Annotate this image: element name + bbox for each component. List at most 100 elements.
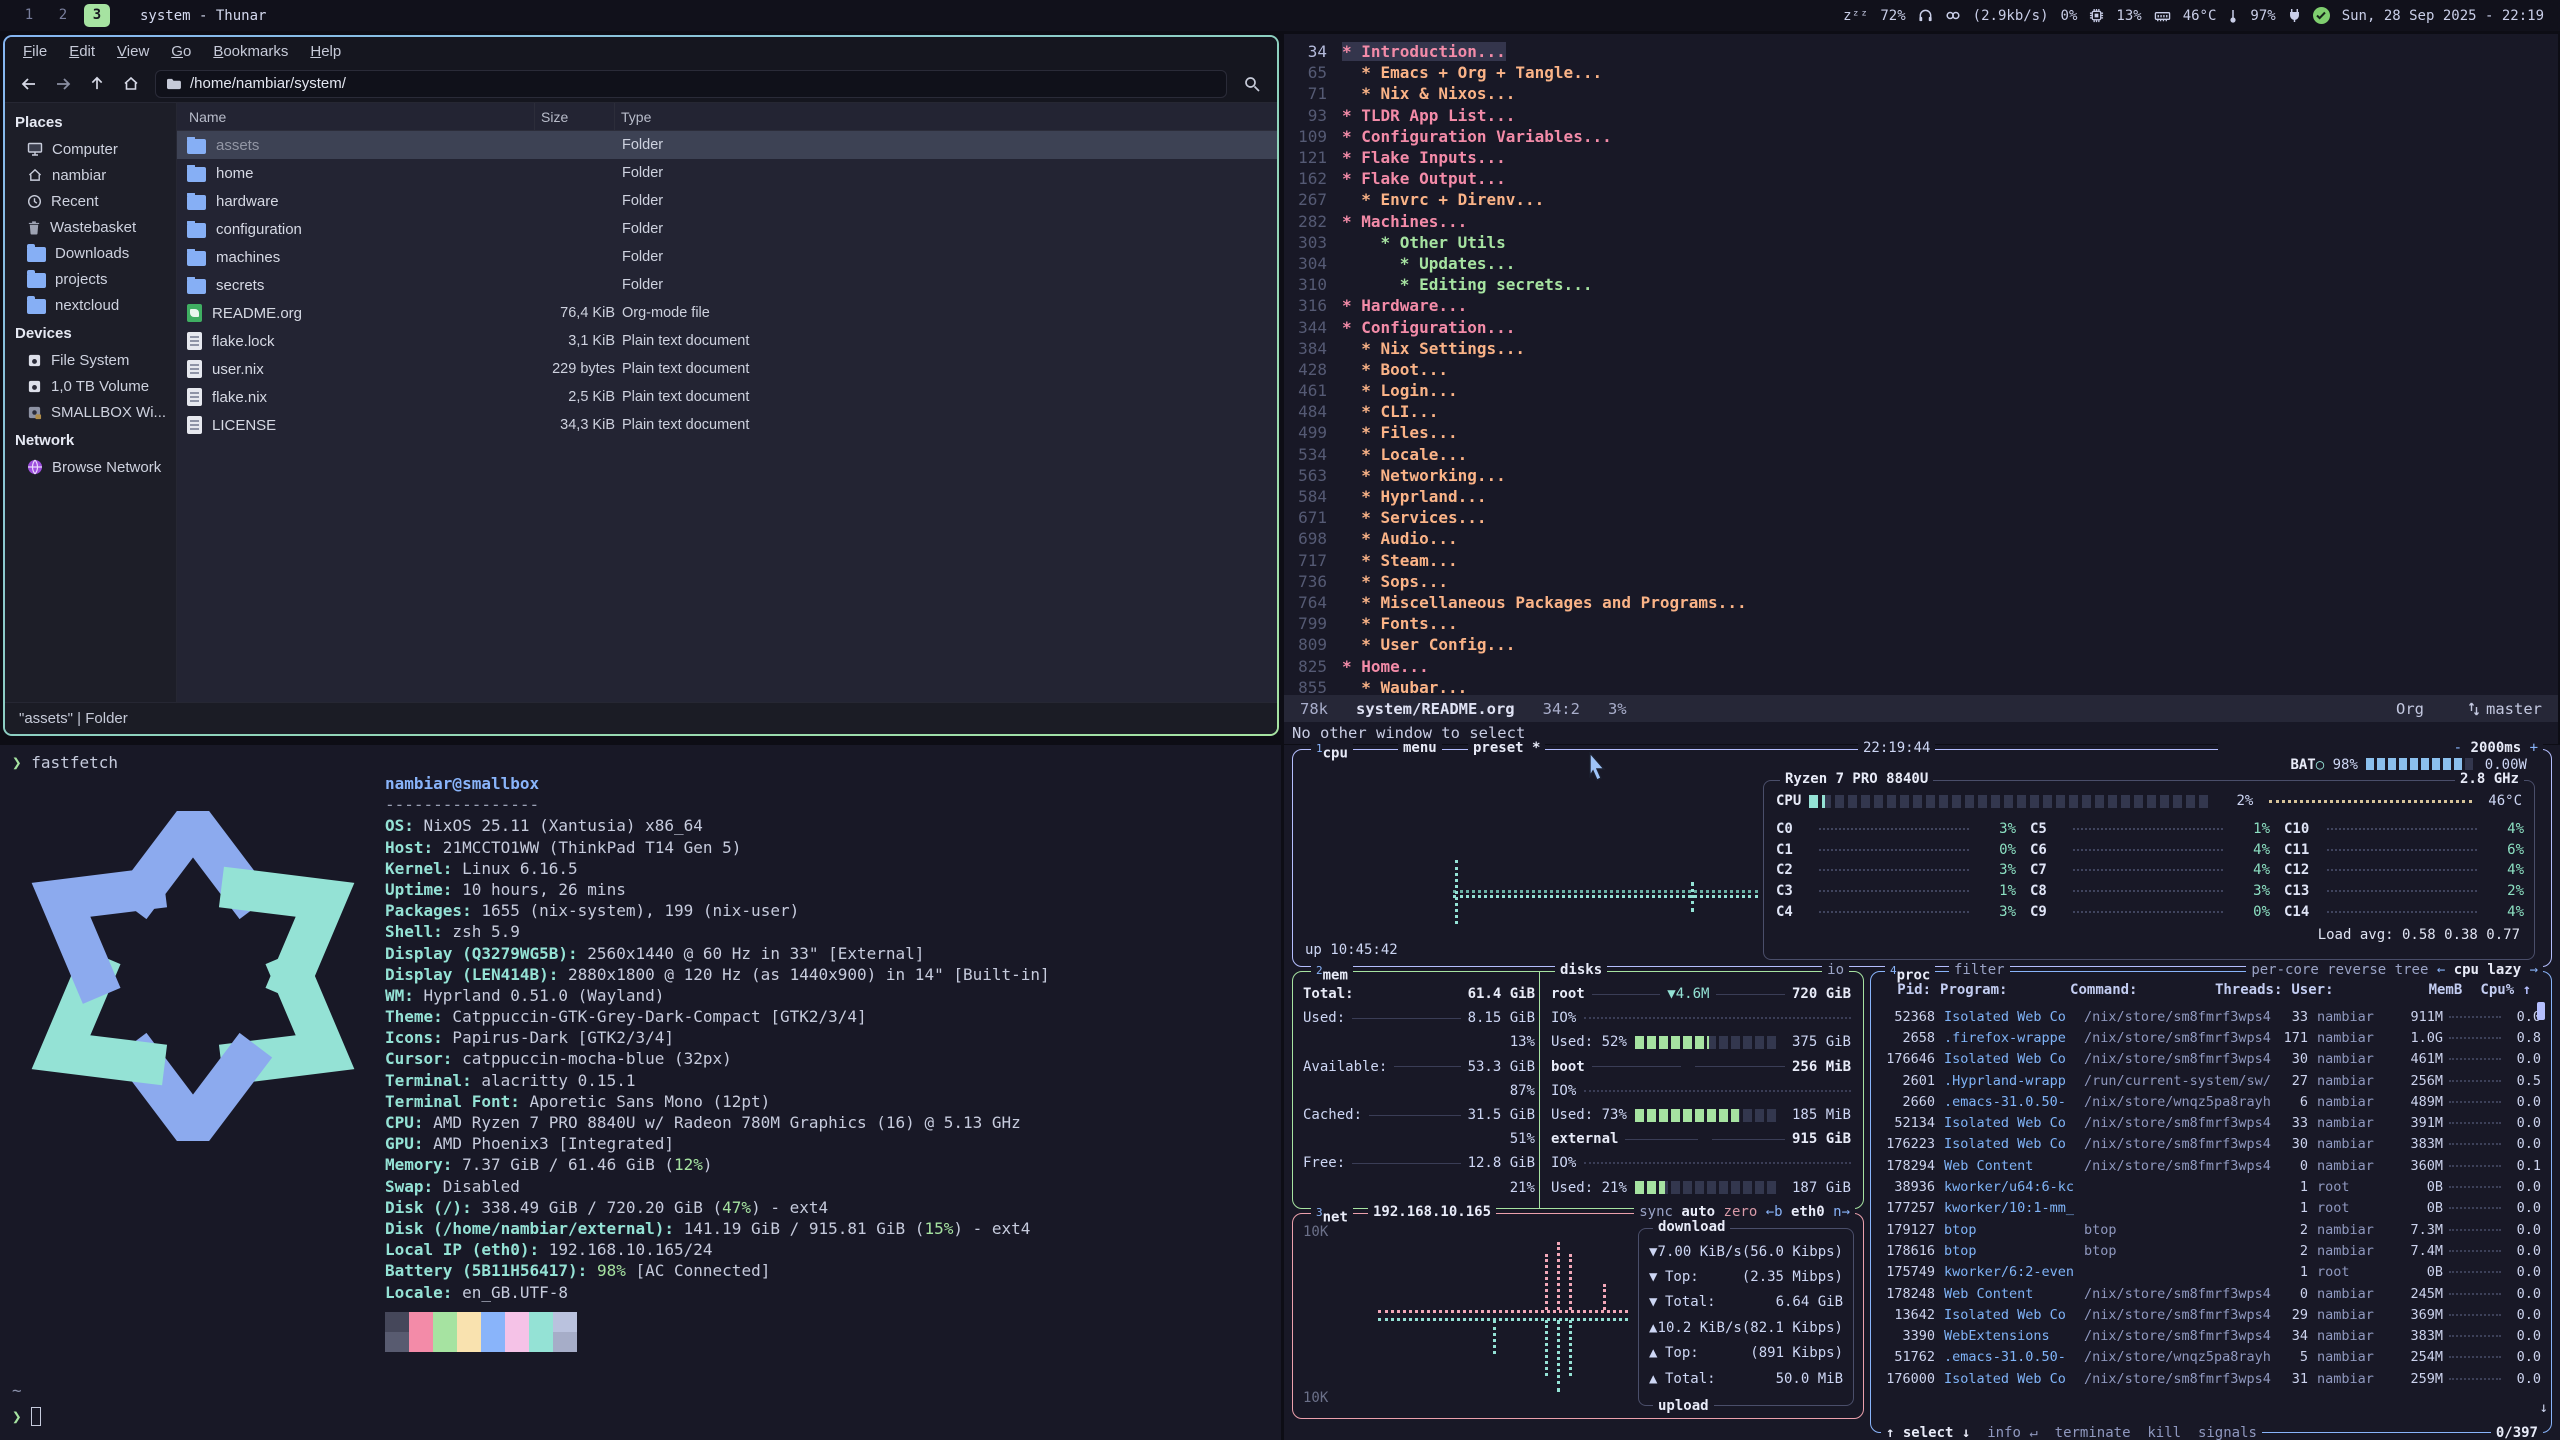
process-row[interactable]: 175749 kworker/6:2-even 1 root 0B 0.0 bbox=[1879, 1262, 2531, 1283]
sidebar-item-wastebasket[interactable]: Wastebasket bbox=[5, 214, 176, 240]
column-header-size[interactable]: Size bbox=[535, 103, 615, 130]
org-heading[interactable]: * Services... bbox=[1342, 508, 1487, 527]
org-heading[interactable]: * Boot... bbox=[1342, 360, 1448, 379]
org-heading[interactable]: * Updates... bbox=[1342, 254, 1515, 273]
menu-item[interactable]: Bookmarks bbox=[203, 40, 298, 63]
process-row[interactable]: 52368 Isolated Web Co /nix/store/sm8fmrf… bbox=[1879, 1006, 2531, 1027]
file-row[interactable]: home Folder bbox=[177, 159, 1277, 187]
menu-button[interactable]: menu bbox=[1398, 740, 1442, 757]
process-row[interactable]: 52134 Isolated Web Co /nix/store/sm8fmrf… bbox=[1879, 1112, 2531, 1133]
network-link-icon[interactable] bbox=[1945, 8, 1961, 23]
org-heading[interactable]: * Hardware... bbox=[1342, 296, 1467, 315]
process-row[interactable]: 2601 .Hyprland-wrapp /run/current-system… bbox=[1879, 1070, 2531, 1091]
column-header-name[interactable]: Name bbox=[177, 103, 535, 130]
header-threads[interactable]: Threads: bbox=[2215, 982, 2282, 998]
org-heading[interactable]: * Nix Settings... bbox=[1342, 339, 1525, 358]
network-rate[interactable]: (2.9kb/s) bbox=[1973, 8, 2049, 24]
header-pid[interactable]: Pid: bbox=[1879, 982, 1931, 998]
file-row[interactable]: hardware Folder bbox=[177, 187, 1277, 215]
header-command[interactable]: Command: bbox=[2070, 982, 2215, 998]
file-row[interactable]: secrets Folder bbox=[177, 271, 1277, 299]
org-heading[interactable]: * Audio... bbox=[1342, 529, 1458, 548]
org-heading[interactable]: * Configuration... bbox=[1342, 318, 1515, 337]
process-row[interactable]: 38936 kworker/u64:6-kc 1 root 0B 0.0 bbox=[1879, 1176, 2531, 1197]
path-bar[interactable]: /home/nambiar/system/ bbox=[155, 70, 1227, 98]
org-heading[interactable]: * Editing secrets... bbox=[1342, 275, 1592, 294]
scroll-down-indicator[interactable]: ↓ bbox=[2540, 1400, 2548, 1416]
org-heading[interactable]: * Configuration Variables... bbox=[1342, 127, 1612, 146]
process-row[interactable]: 51762 .emacs-31.0.50- /nix/store/wnqz5pa… bbox=[1879, 1347, 2531, 1368]
org-heading[interactable]: * Flake Output... bbox=[1342, 169, 1506, 188]
menu-item[interactable]: File bbox=[13, 40, 57, 63]
org-heading[interactable]: * Introduction... bbox=[1342, 42, 1506, 61]
major-mode[interactable]: Org bbox=[2396, 700, 2424, 718]
sidebar-item-projects[interactable]: projects bbox=[5, 266, 176, 292]
process-row[interactable]: 2660 .emacs-31.0.50- /nix/store/wnqz5pa8… bbox=[1879, 1091, 2531, 1112]
cpu-usage-value[interactable]: 0% bbox=[2061, 8, 2078, 24]
menu-item[interactable]: Go bbox=[161, 40, 201, 63]
file-row[interactable]: README.org 76,4 KiB Org-mode file bbox=[177, 299, 1277, 327]
org-heading[interactable]: * Networking... bbox=[1342, 466, 1506, 485]
workspace-3-active[interactable]: 3 bbox=[84, 4, 110, 27]
update-interval[interactable]: - 2000ms + bbox=[2449, 740, 2543, 757]
sidebar-item-filesystem[interactable]: File System bbox=[5, 347, 176, 373]
process-row[interactable]: 178248 Web Content /nix/store/sm8fmrf3wp… bbox=[1879, 1283, 2531, 1304]
header-memb[interactable]: MemB bbox=[2362, 982, 2462, 998]
back-button[interactable] bbox=[13, 70, 45, 98]
terminal-window[interactable]: ❯ fastfetch nambiar@smallbox -----------… bbox=[0, 745, 1281, 1440]
org-heading[interactable]: * Other Utils bbox=[1342, 233, 1506, 252]
org-heading[interactable]: * Steam... bbox=[1342, 551, 1458, 570]
file-row[interactable]: assets Folder bbox=[177, 131, 1277, 159]
file-row[interactable]: flake.lock 3,1 KiB Plain text document bbox=[177, 327, 1277, 355]
battery-value[interactable]: 97% bbox=[2250, 8, 2275, 24]
status-ok-icon[interactable] bbox=[2313, 7, 2330, 24]
org-heading[interactable]: * Locale... bbox=[1342, 445, 1467, 464]
sidebar-item-downloads[interactable]: Downloads bbox=[5, 240, 176, 266]
org-heading[interactable]: * Sops... bbox=[1342, 572, 1448, 591]
temperature-value[interactable]: 46°C bbox=[2183, 8, 2217, 24]
menu-item[interactable]: View bbox=[107, 40, 159, 63]
org-heading[interactable]: * Nix & Nixos... bbox=[1342, 84, 1515, 103]
process-row[interactable]: 176000 Isolated Web Co /nix/store/sm8fmr… bbox=[1879, 1368, 2531, 1389]
process-row[interactable]: 176646 Isolated Web Co /nix/store/sm8fmr… bbox=[1879, 1049, 2531, 1070]
process-row[interactable]: 3390 WebExtensions /nix/store/sm8fmrf3wp… bbox=[1879, 1325, 2531, 1346]
file-row[interactable]: user.nix 229 bytes Plain text document bbox=[177, 355, 1277, 383]
filter-button[interactable]: filter bbox=[1949, 962, 2010, 979]
proc-options[interactable]: per-core reverse tree ← cpu lazy → bbox=[2246, 962, 2543, 979]
process-row[interactable]: 13642 Isolated Web Co /nix/store/sm8fmrf… bbox=[1879, 1304, 2531, 1325]
header-user[interactable]: User: bbox=[2291, 982, 2362, 998]
sidebar-item-home[interactable]: nambiar bbox=[5, 162, 176, 188]
sidebar-item-smallbox-drive[interactable]: SMALLBOX Wi... bbox=[5, 399, 176, 425]
up-button[interactable] bbox=[81, 70, 113, 98]
header-cpu[interactable]: Cpu% ↑ bbox=[2462, 982, 2531, 998]
org-heading[interactable]: * Waubar... bbox=[1342, 678, 1467, 697]
org-heading[interactable]: * Machines... bbox=[1342, 212, 1467, 231]
buffer-name[interactable]: system/README.org bbox=[1356, 700, 1515, 718]
org-heading[interactable]: * Home... bbox=[1342, 657, 1429, 676]
org-heading[interactable]: * User Config... bbox=[1342, 635, 1515, 654]
org-heading[interactable]: * Flake Inputs... bbox=[1342, 148, 1506, 167]
org-heading[interactable]: * Emacs + Org + Tangle... bbox=[1342, 63, 1602, 82]
org-heading[interactable]: * Fonts... bbox=[1342, 614, 1458, 633]
sidebar-item-volume[interactable]: 1,0 TB Volume bbox=[5, 373, 176, 399]
org-heading[interactable]: * TLDR App List... bbox=[1342, 106, 1515, 125]
git-branch[interactable]: master bbox=[2468, 700, 2542, 718]
process-row[interactable]: 176223 Isolated Web Co /nix/store/sm8fmr… bbox=[1879, 1134, 2531, 1155]
disks-io-toggle[interactable]: io bbox=[1822, 962, 1849, 979]
menu-item[interactable]: Edit bbox=[59, 40, 105, 63]
forward-button[interactable] bbox=[47, 70, 79, 98]
file-row[interactable]: machines Folder bbox=[177, 243, 1277, 271]
org-heading[interactable]: * Hyprland... bbox=[1342, 487, 1487, 506]
header-program[interactable]: Program: bbox=[1940, 982, 2070, 998]
process-row[interactable]: 178294 Web Content /nix/store/sm8fmrf3wp… bbox=[1879, 1155, 2531, 1176]
org-heading[interactable]: * Envrc + Direnv... bbox=[1342, 190, 1544, 209]
cpu-box-title[interactable]: 1cpu bbox=[1311, 740, 1353, 763]
workspace-2[interactable]: 2 bbox=[50, 4, 76, 27]
file-row[interactable]: LICENSE 34,3 KiB Plain text document bbox=[177, 411, 1277, 439]
org-heading[interactable]: * Miscellaneous Packages and Programs... bbox=[1342, 593, 1747, 612]
preset-button[interactable]: preset * bbox=[1468, 740, 1545, 757]
column-header-type[interactable]: Type bbox=[615, 103, 1277, 130]
org-heading[interactable]: * Login... bbox=[1342, 381, 1458, 400]
home-button[interactable] bbox=[115, 70, 147, 98]
proc-scrollbar[interactable] bbox=[2537, 1002, 2545, 1020]
